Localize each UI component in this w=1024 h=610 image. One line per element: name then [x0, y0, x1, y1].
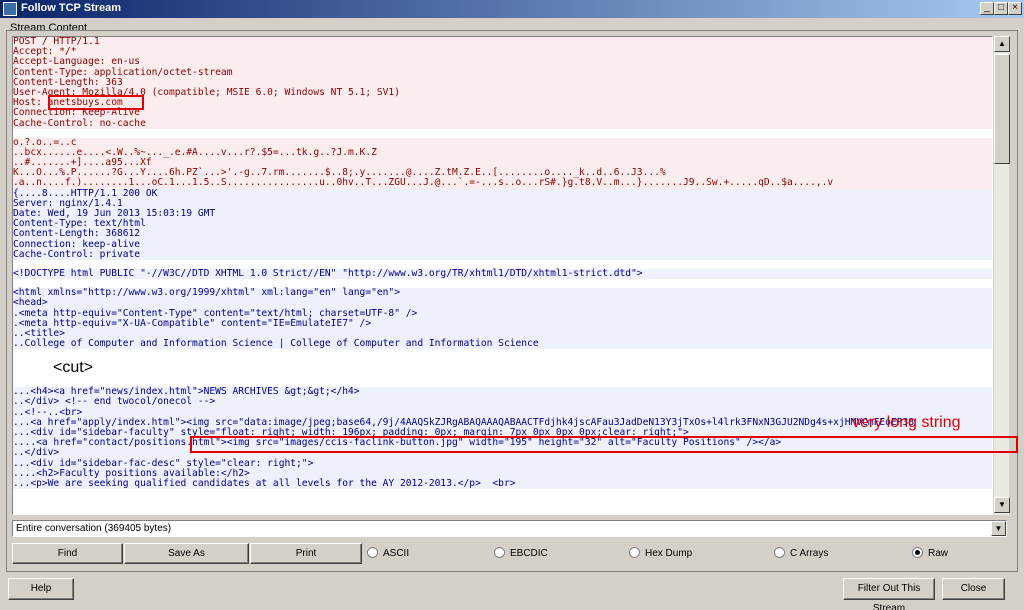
radio-ascii-icon: [367, 547, 378, 558]
stream-line: Date: Wed, 19 Jun 2013 15:03:19 GMT: [13, 208, 992, 220]
close-button[interactable]: Close: [942, 578, 1005, 600]
scroll-thumb[interactable]: [994, 54, 1010, 164]
client-binary-block: o.?.o..=..c ..bcx......e....<.W..%~..._.e…: [13, 137, 992, 189]
radio-raw[interactable]: Raw: [912, 547, 948, 561]
find-button[interactable]: Find: [12, 543, 123, 564]
maximize-button[interactable]: □: [994, 2, 1008, 15]
radio-ebcdic-icon: [494, 547, 505, 558]
stream-line: Connection: Keep-Alive: [13, 108, 992, 119]
doctype-line: <!DOCTYPE html PUBLIC "-//W3C//DTD XHTML…: [13, 268, 992, 280]
stream-line: Cache-Control: private: [13, 249, 992, 260]
minimize-button[interactable]: _: [980, 2, 994, 15]
stream-line: Cache-Control: no-cache: [13, 118, 992, 129]
long-string-annotation: very long string: [852, 414, 961, 431]
long-string-highlight-box: [190, 436, 1018, 453]
stream-line: Host: anetsbuys.com: [13, 97, 992, 109]
close-window-button[interactable]: ×: [1008, 2, 1022, 15]
stream-line: .<meta http-equiv="X-UA-Compatible" cont…: [13, 318, 992, 329]
stream-line: Content-Type: text/html: [13, 218, 992, 230]
radio-hex-dump-icon: [629, 547, 640, 558]
cut-annotation: <cut>: [53, 359, 94, 377]
scroll-down-icon[interactable]: ▼: [994, 497, 1010, 513]
stream-line: <html xmlns="http://www.w3.org/1999/xhtm…: [13, 287, 992, 299]
stream-line: Content-Type: application/octet-stream: [13, 67, 992, 78]
stream-line: ..bcx......e....<.W..%~..._.e.#A....v...…: [13, 147, 992, 159]
scroll-up-icon[interactable]: ▲: [994, 36, 1010, 52]
stream-line: User-Agent: Mozilla/4.0 (compatible; MSI…: [13, 87, 992, 99]
stream-line: <head>: [13, 298, 992, 309]
host-highlight-box: [48, 95, 144, 110]
server-head-block: <html xmlns="http://www.w3.org/1999/xhtm…: [13, 287, 992, 350]
save-as-button[interactable]: Save As: [124, 543, 249, 564]
title-bar: Follow TCP Stream _ □ ×: [0, 0, 1024, 18]
stream-line: {....8....HTTP/1.1 200 OK: [13, 188, 992, 199]
radio-c-arrays[interactable]: C Arrays: [774, 547, 828, 561]
window-title: Follow TCP Stream: [21, 2, 122, 14]
app-icon: [3, 2, 17, 16]
radio-ascii[interactable]: ASCII: [367, 547, 409, 561]
radio-raw-icon: [912, 547, 923, 558]
chevron-down-icon[interactable]: ▼: [991, 521, 1006, 536]
stream-line: ...<p>We are seeking qualified candidate…: [13, 478, 992, 490]
stream-line: ..</div> <!-- end twocol/onecol -->: [13, 397, 992, 408]
server-response-block: {....8....HTTP/1.1 200 OK Server: nginx/1…: [13, 188, 992, 260]
conversation-select[interactable]: Entire conversation (369405 bytes) ▼: [12, 520, 1007, 537]
stream-line: .a..n....f.)........1...oC.1...1.5..S...…: [13, 178, 992, 189]
stream-line: ..College of Computer and Information Sc…: [13, 338, 992, 350]
stream-line: Content-Length: 368612: [13, 229, 992, 240]
radio-hex-dump[interactable]: Hex Dump: [629, 547, 692, 561]
stream-line: Connection: keep-alive: [13, 239, 992, 250]
conversation-select-value: Entire conversation (369405 bytes): [16, 523, 172, 534]
client-request-block: POST / HTTP/1.1 Accept: */* Accept-Languag…: [13, 37, 992, 129]
stream-line: Accept: */*: [13, 46, 992, 58]
radio-ebcdic[interactable]: EBCDIC: [494, 547, 548, 561]
help-button[interactable]: Help: [8, 578, 74, 600]
stream-line: POST / HTTP/1.1: [13, 37, 992, 48]
print-button[interactable]: Print: [250, 543, 362, 564]
radio-c-arrays-icon: [774, 547, 785, 558]
filter-out-stream-button[interactable]: Filter Out This Stream: [843, 578, 935, 610]
